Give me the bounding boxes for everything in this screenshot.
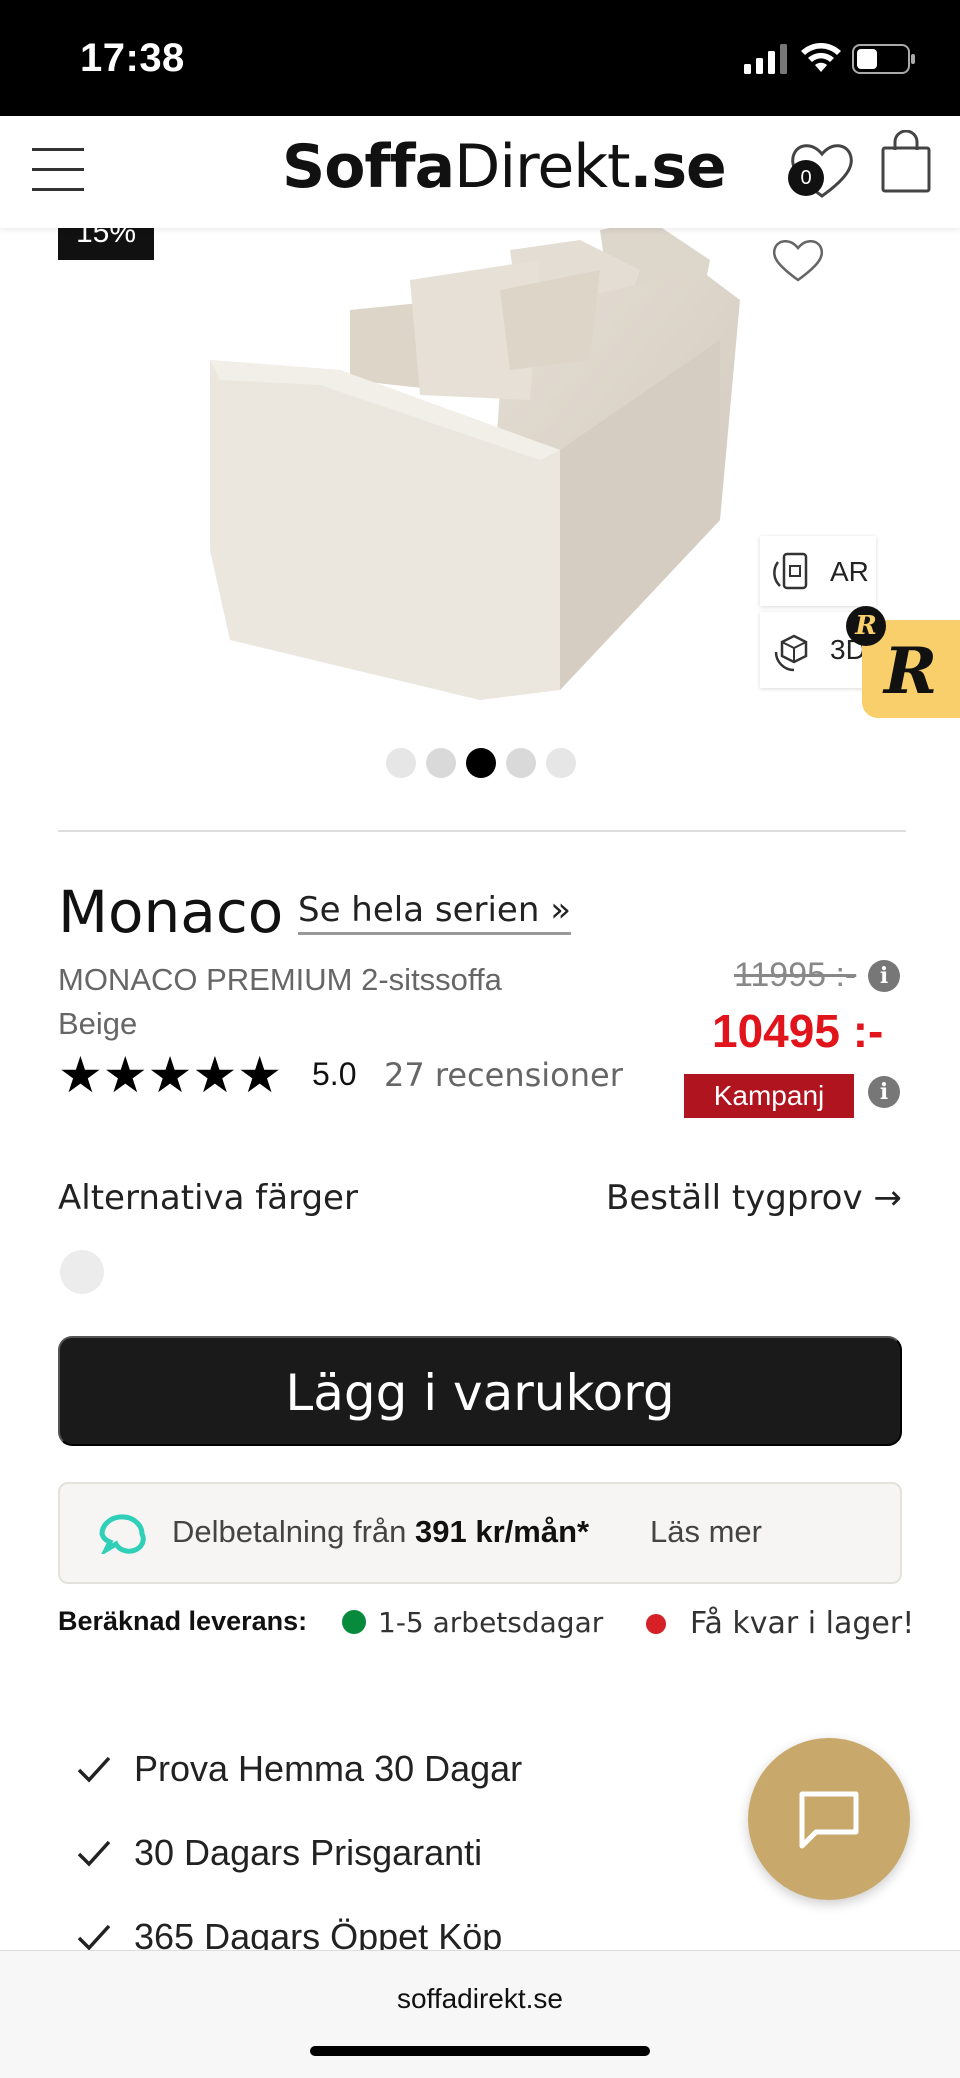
campaign-badge: Kampanj: [684, 1074, 854, 1118]
stock-status-dot: [646, 1614, 666, 1634]
usp-label: Prova Hemma 30 Dagar: [134, 1748, 523, 1789]
product-image-sofa[interactable]: [180, 220, 760, 720]
installment-box[interactable]: Delbetalning från 391 kr/mån* Läs mer: [58, 1482, 902, 1584]
url-text[interactable]: soffadirekt.se: [0, 1983, 960, 2015]
payment-provider-icon: [99, 1514, 146, 1554]
logo-bold-part: Soffa: [282, 132, 455, 202]
add-to-cart-button[interactable]: Lägg i varukorg: [58, 1336, 902, 1446]
delivery-status-dot: [342, 1610, 366, 1634]
installment-amount: 391 kr/mån*: [415, 1514, 590, 1549]
hamburger-menu-icon[interactable]: [32, 144, 84, 194]
wishlist-count-badge: 0: [788, 160, 824, 196]
product-page: 17:38 SoffaDirekt.se 0 15% AR 3D R R Mon…: [0, 0, 960, 2078]
installment-prefix: Delbetalning från: [172, 1514, 407, 1549]
usp-item: Prova Hemma 30 Dagar: [76, 1748, 522, 1790]
carousel-dot[interactable]: [546, 748, 576, 778]
ar-view-button[interactable]: AR: [760, 536, 876, 606]
carousel-dots: [386, 748, 576, 778]
see-series-link[interactable]: Se hela serien »: [298, 890, 571, 935]
product-subtitle: MONACO PREMIUM 2-sitssoffa Beige: [58, 962, 502, 1041]
alternative-colors-label: Alternativa färger: [58, 1178, 358, 1218]
wifi-icon: [801, 43, 841, 72]
stars-glyphs: ★★★★★: [58, 1047, 283, 1103]
carousel-dot[interactable]: [506, 748, 536, 778]
status-time: 17:38: [80, 36, 185, 80]
battery-icon: [852, 44, 915, 74]
product-name: Monaco: [58, 878, 284, 946]
carousel-dot-active[interactable]: [466, 748, 496, 778]
review-widget-badge: R: [846, 606, 886, 646]
reviews-count-link[interactable]: 27 recensioner: [384, 1056, 623, 1094]
logo-suffix: .se: [629, 132, 727, 202]
status-bar: 17:38: [0, 0, 960, 116]
home-indicator[interactable]: [310, 2046, 650, 2056]
favorite-heart-icon[interactable]: [770, 236, 826, 286]
old-price: 11995 :-: [734, 956, 857, 994]
usp-item: 30 Dagars Prisgaranti: [76, 1832, 482, 1874]
usp-label: 30 Dagars Prisgaranti: [134, 1832, 483, 1873]
site-header: SoffaDirekt.se 0: [0, 116, 960, 228]
color-swatch[interactable]: [60, 1250, 104, 1294]
browser-address-bar[interactable]: soffadirekt.se: [0, 1950, 960, 2078]
logo-light-part: Direkt: [454, 132, 630, 202]
delivery-label: Beräknad leverans:: [58, 1606, 308, 1636]
3d-cube-icon: [774, 634, 808, 672]
signal-icon: [744, 44, 787, 74]
shopping-bag-icon[interactable]: [880, 130, 932, 194]
carousel-dot[interactable]: [386, 748, 416, 778]
check-icon: [77, 1924, 111, 1951]
rating-value: 5.0: [312, 1056, 357, 1092]
divider: [58, 830, 906, 832]
current-price: 10495 :-: [712, 1005, 884, 1057]
chat-bubble-icon: [799, 1791, 859, 1849]
delivery-time: 1-5 arbetsdagar: [378, 1606, 604, 1639]
order-fabric-sample-link[interactable]: Beställ tygprov →: [606, 1178, 902, 1218]
ar-label: AR: [830, 556, 869, 587]
review-widget-button[interactable]: R R: [846, 606, 960, 718]
review-widget-logo: R: [884, 634, 938, 709]
read-more-link[interactable]: Läs mer: [650, 1514, 762, 1550]
stock-status: Få kvar i lager!: [690, 1606, 915, 1641]
chat-button[interactable]: [748, 1738, 910, 1900]
campaign-info-icon[interactable]: i: [868, 1076, 900, 1108]
rating-stars[interactable]: ★★★★★: [58, 1050, 282, 1100]
check-icon: [77, 1840, 111, 1867]
site-logo[interactable]: SoffaDirekt.se: [282, 132, 727, 202]
installment-text: Delbetalning från 391 kr/mån*: [172, 1514, 589, 1550]
price-info-icon[interactable]: i: [868, 960, 900, 992]
ar-phone-icon: [773, 552, 808, 590]
check-icon: [77, 1756, 111, 1783]
carousel-dot[interactable]: [426, 748, 456, 778]
